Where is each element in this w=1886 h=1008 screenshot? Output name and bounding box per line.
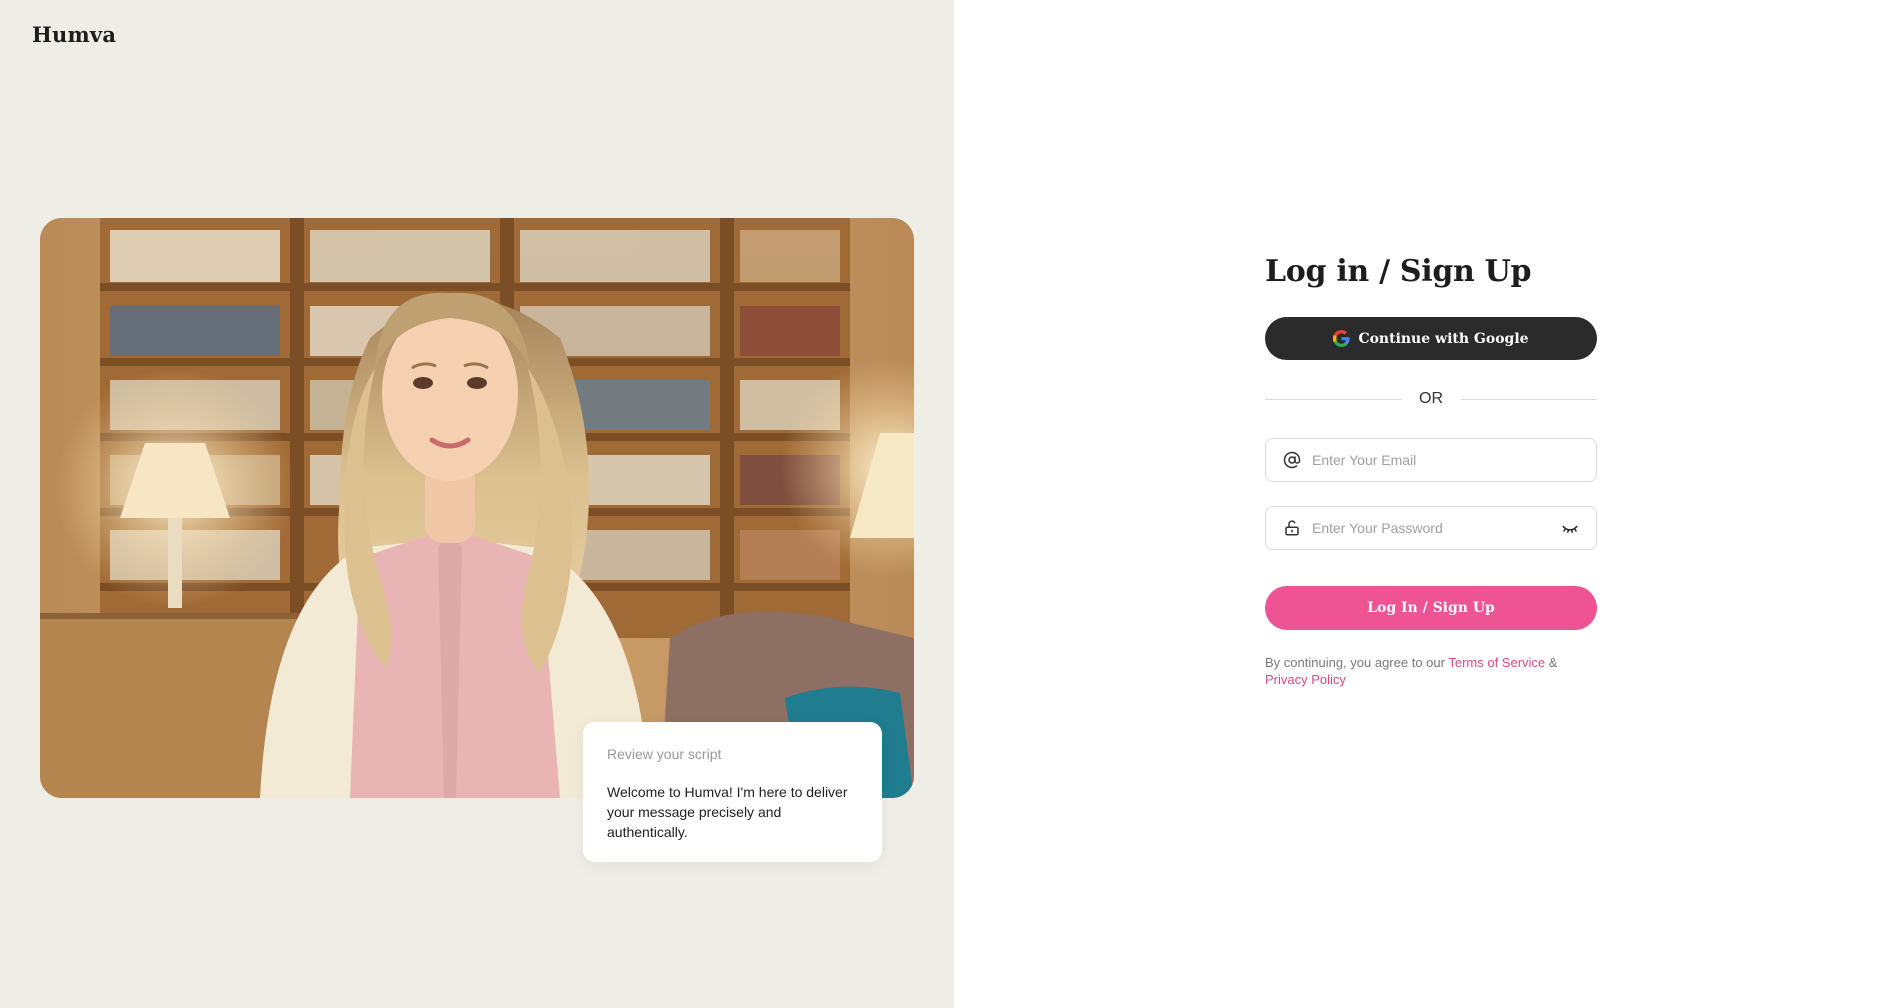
page: Humva Review your script Welcome to Humv… xyxy=(0,0,1886,1008)
right-panel: Log in / Sign Up Continue with Google OR xyxy=(954,0,1886,1008)
password-input[interactable] xyxy=(1312,520,1550,536)
terms-of-service-link[interactable]: Terms of Service xyxy=(1448,655,1545,670)
google-icon xyxy=(1333,330,1351,347)
page-title: Log in / Sign Up xyxy=(1265,254,1532,289)
continue-with-google-button[interactable]: Continue with Google xyxy=(1265,317,1597,360)
or-divider: OR xyxy=(1265,390,1597,408)
script-card-text: Welcome to Humva! I'm here to deliver yo… xyxy=(607,784,848,840)
at-sign-icon xyxy=(1282,450,1302,470)
divider-line-right xyxy=(1461,398,1597,400)
google-button-label: Continue with Google xyxy=(1358,330,1529,347)
left-panel: Humva Review your script Welcome to Humv… xyxy=(0,0,954,1008)
hero-image xyxy=(40,218,914,798)
divider-text: OR xyxy=(1419,390,1443,407)
lock-icon xyxy=(1282,518,1302,538)
divider-line-left xyxy=(1265,398,1401,400)
brand-logo[interactable]: Humva xyxy=(32,22,116,47)
privacy-policy-link[interactable]: Privacy Policy xyxy=(1265,672,1346,687)
email-field[interactable] xyxy=(1265,438,1597,482)
auth-form: Log in / Sign Up Continue with Google OR xyxy=(1265,254,1597,688)
terms-prefix: By continuing, you agree to our xyxy=(1265,655,1445,670)
email-input[interactable] xyxy=(1312,452,1580,468)
eye-closed-icon[interactable] xyxy=(1560,518,1580,538)
login-signup-button[interactable]: Log In / Sign Up xyxy=(1265,586,1597,630)
script-card-title: Review your script xyxy=(607,746,722,762)
terms-joiner: & xyxy=(1548,655,1558,670)
password-field[interactable] xyxy=(1265,506,1597,550)
avatar-illustration xyxy=(40,218,914,798)
terms-notice: By continuing, you agree to our Terms of… xyxy=(1265,654,1597,688)
script-card: Review your script Welcome to Humva! I'm… xyxy=(583,722,882,862)
